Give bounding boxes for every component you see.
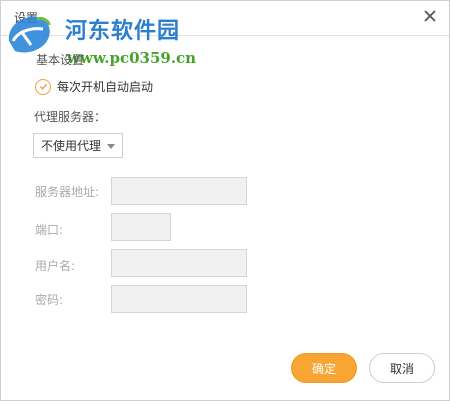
cancel-button[interactable]: 取消	[369, 353, 435, 383]
proxy-mode-value: 不使用代理	[41, 139, 102, 153]
server-address-label: 服务器地址:	[35, 185, 100, 199]
close-icon	[424, 10, 436, 22]
autostart-label: 每次开机自动启动	[57, 80, 154, 94]
password-input[interactable]	[111, 285, 247, 313]
proxy-server-label: 代理服务器：	[34, 110, 107, 124]
basic-settings-heading: 基本设置	[36, 53, 85, 67]
watermark-url: www.pc0359.cn	[67, 49, 197, 67]
settings-dialog: 设置 河东软件园 www.pc0359.cn 基本设置 每次开机自动启动 代理服…	[0, 0, 450, 401]
title-divider	[1, 35, 449, 36]
close-button[interactable]	[421, 7, 439, 25]
ok-button[interactable]: 确定	[291, 353, 357, 383]
proxy-mode-select[interactable]: 不使用代理	[33, 133, 123, 158]
port-label: 端口:	[35, 223, 64, 237]
username-label: 用户名:	[35, 259, 76, 273]
checkbox-checked-icon	[35, 78, 51, 95]
title-bar: 设置	[1, 1, 449, 35]
autostart-checkbox[interactable]: 每次开机自动启动	[35, 78, 153, 95]
dialog-title: 设置	[14, 11, 39, 25]
server-address-input[interactable]	[111, 177, 247, 205]
dropdown-arrow-icon	[107, 144, 115, 149]
username-input[interactable]	[111, 249, 247, 277]
password-label: 密码:	[35, 293, 64, 307]
port-input[interactable]	[111, 213, 171, 241]
